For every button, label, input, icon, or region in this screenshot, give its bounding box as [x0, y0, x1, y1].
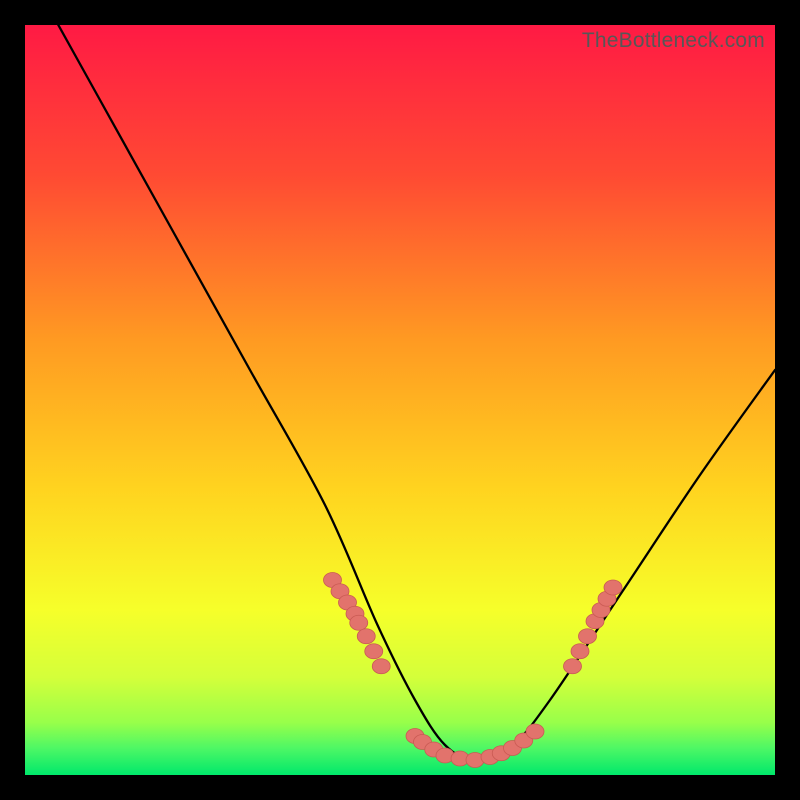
data-marker: [350, 615, 368, 630]
data-marker: [357, 629, 375, 644]
data-marker: [526, 724, 544, 739]
bottleneck-chart: [25, 25, 775, 775]
chart-frame: TheBottleneck.com: [25, 25, 775, 775]
gradient-background: [25, 25, 775, 775]
data-marker: [372, 659, 390, 674]
data-marker: [571, 644, 589, 659]
data-marker: [564, 659, 582, 674]
data-marker: [604, 580, 622, 595]
data-marker: [365, 644, 383, 659]
watermark-text: TheBottleneck.com: [582, 29, 765, 53]
data-marker: [579, 629, 597, 644]
